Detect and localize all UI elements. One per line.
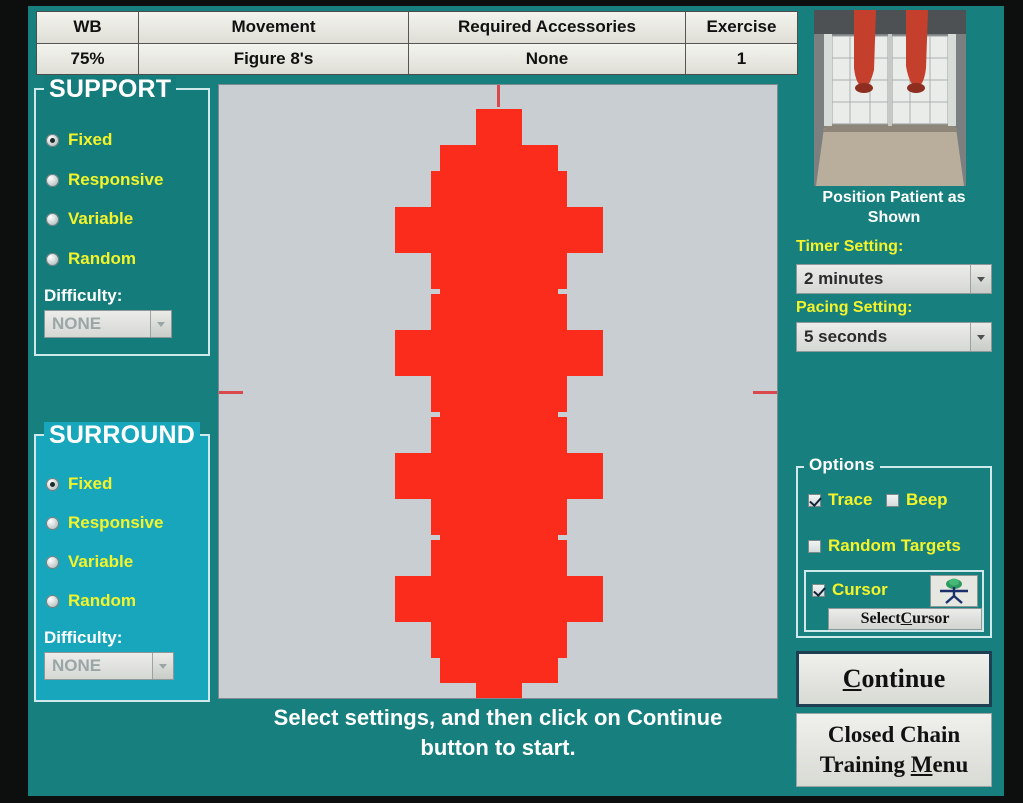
monitor-photo: WB Movement Required Accessories Exercis… <box>0 0 1023 803</box>
checkbox-icon[interactable] <box>808 493 821 507</box>
support-radio-random-label: Random <box>68 249 136 268</box>
option-random-targets-label: Random Targets <box>828 536 961 555</box>
center-tick-top-icon <box>497 85 500 107</box>
header-required-accessories: Required Accessories <box>409 12 686 43</box>
option-beep[interactable]: Beep <box>886 490 948 510</box>
surround-radio-random-label: Random <box>68 591 136 610</box>
value-wb: 75% <box>37 43 139 74</box>
support-radio-responsive[interactable]: Responsive <box>46 170 163 190</box>
balance-platform-illustration <box>814 10 966 186</box>
value-movement: Figure 8's <box>139 43 409 74</box>
support-radio-random[interactable]: Random <box>46 249 136 269</box>
select-cursor-label-pre: Select <box>860 610 901 627</box>
surround-radio-fixed-label: Fixed <box>68 474 113 493</box>
menu-accesskey: M <box>910 752 933 777</box>
table-value-row: 75% Figure 8's None 1 <box>37 43 797 74</box>
chevron-down-icon[interactable] <box>152 653 173 679</box>
support-difficulty-label: Difficulty: <box>44 286 123 305</box>
support-radio-variable-label: Variable <box>68 209 134 228</box>
chevron-down-icon[interactable] <box>970 265 991 293</box>
pacing-setting-select[interactable]: 5 seconds <box>796 322 992 352</box>
radio-icon[interactable] <box>46 594 59 608</box>
instruction-line-2: button to start. <box>420 735 576 760</box>
center-tick-left-icon <box>219 390 243 394</box>
photo-caption: Position Patient as Shown <box>822 189 966 226</box>
surround-group-title: SURROUND <box>44 422 201 448</box>
surround-radio-variable-label: Variable <box>68 552 134 571</box>
pacing-setting-label: Pacing Setting: <box>796 299 913 316</box>
value-required-accessories: None <box>409 43 686 74</box>
checkbox-icon[interactable] <box>812 583 825 597</box>
pacing-setting-value: 5 seconds <box>804 327 888 346</box>
radio-icon[interactable] <box>46 252 59 266</box>
surround-radio-fixed[interactable]: Fixed <box>46 474 112 494</box>
header-wb: WB <box>37 12 139 43</box>
radio-icon[interactable] <box>46 212 59 226</box>
radio-icon[interactable] <box>46 477 59 491</box>
radio-icon[interactable] <box>46 555 59 569</box>
cursor-option-box: Cursor Select Cursor <box>804 570 984 632</box>
header-movement: Movement <box>139 12 409 43</box>
target-cross <box>440 601 558 698</box>
support-group-title: SUPPORT <box>44 76 177 102</box>
chevron-down-icon[interactable] <box>150 311 171 337</box>
menu-label-line1: Closed Chain <box>827 722 961 747</box>
timer-setting-select[interactable]: 2 minutes <box>796 264 992 294</box>
radio-icon[interactable] <box>46 516 59 530</box>
value-exercise: 1 <box>686 43 797 74</box>
support-difficulty-value: NONE <box>52 314 102 333</box>
select-cursor-label-post: ursor <box>912 610 950 627</box>
patient-position-photo <box>814 10 966 186</box>
support-radio-fixed-label: Fixed <box>68 130 113 149</box>
option-trace-label: Trace <box>828 490 873 509</box>
exercise-info-table: WB Movement Required Accessories Exercis… <box>36 11 798 75</box>
instruction-text: Select settings, and then click on Conti… <box>218 703 778 763</box>
support-radio-fixed[interactable]: Fixed <box>46 130 112 150</box>
option-cursor-label: Cursor <box>832 580 888 599</box>
exercise-target-canvas[interactable] <box>218 84 778 699</box>
options-group-title: Options <box>804 456 880 474</box>
support-radio-responsive-label: Responsive <box>68 170 164 189</box>
menu-label-line2-post: enu <box>932 752 969 777</box>
table-header-row: WB Movement Required Accessories Exercis… <box>37 12 797 44</box>
surround-group: SURROUND Fixed Responsive Variable Rando… <box>34 422 210 702</box>
checkbox-icon[interactable] <box>886 493 899 507</box>
instruction-line-1: Select settings, and then click on Conti… <box>273 705 723 730</box>
header-exercise: Exercise <box>686 12 797 43</box>
surround-radio-responsive[interactable]: Responsive <box>46 513 163 533</box>
surround-radio-variable[interactable]: Variable <box>46 552 133 572</box>
timer-setting-value: 2 minutes <box>804 269 884 288</box>
option-cursor[interactable]: Cursor <box>812 580 888 600</box>
option-random-targets[interactable]: Random Targets <box>808 536 961 556</box>
chevron-down-icon[interactable] <box>970 323 991 351</box>
continue-label-rest: ontinue <box>861 664 946 693</box>
continue-accesskey: C <box>842 664 862 693</box>
timer-setting-label: Timer Setting: <box>796 238 904 255</box>
application-window: WB Movement Required Accessories Exercis… <box>28 6 1004 796</box>
closed-chain-training-menu-button[interactable]: Closed Chain Training Menu <box>796 713 992 787</box>
radio-icon[interactable] <box>46 133 59 147</box>
support-group: SUPPORT Fixed Responsive Variable Random… <box>34 76 210 356</box>
surround-difficulty-label: Difficulty: <box>44 628 123 647</box>
surround-radio-random[interactable]: Random <box>46 591 136 611</box>
surround-difficulty-select[interactable]: NONE <box>44 652 174 680</box>
select-cursor-accesskey: C <box>900 610 913 627</box>
continue-button[interactable]: Continue <box>796 651 992 707</box>
support-radio-variable[interactable]: Variable <box>46 209 133 229</box>
checkbox-icon[interactable] <box>808 539 821 553</box>
surround-radio-responsive-label: Responsive <box>68 513 164 532</box>
option-beep-label: Beep <box>906 490 948 509</box>
center-tick-right-icon <box>753 390 777 394</box>
select-cursor-button[interactable]: Select Cursor <box>828 608 982 630</box>
surround-difficulty-value: NONE <box>52 656 102 675</box>
cursor-preview-icon <box>930 575 978 607</box>
support-difficulty-select[interactable]: NONE <box>44 310 172 338</box>
menu-label-line2-pre: Training <box>819 752 911 777</box>
stick-figure-cursor-icon <box>940 578 968 604</box>
radio-icon[interactable] <box>46 173 59 187</box>
option-trace[interactable]: Trace <box>808 490 872 510</box>
options-group: Options Trace Beep Random Targets Cursor <box>796 456 992 638</box>
